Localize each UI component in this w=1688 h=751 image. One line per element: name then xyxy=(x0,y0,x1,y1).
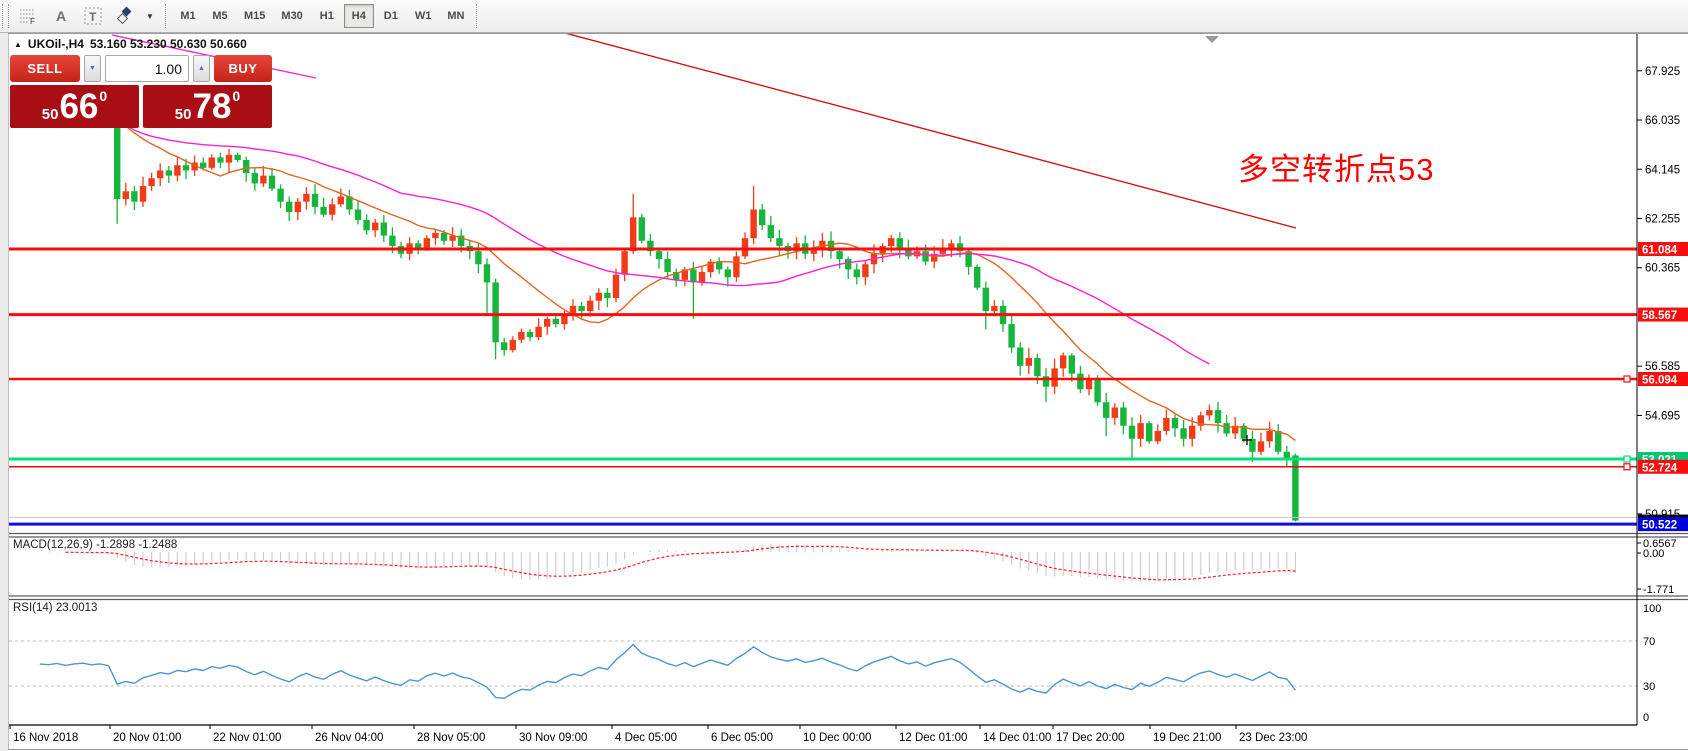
svg-text:F: F xyxy=(30,17,35,25)
shapes-icon[interactable] xyxy=(112,4,138,28)
date-tick-label: 14 Dec 01:00 xyxy=(983,732,1051,744)
date-tick-label: 22 Nov 01:00 xyxy=(213,732,281,744)
macd-indicator-label: MACD(12,26,9) -1.2898 -1.2488 xyxy=(13,539,177,551)
svg-text:70: 70 xyxy=(1643,636,1655,648)
date-tick-label: 23 Dec 23:00 xyxy=(1239,732,1307,744)
svg-text:T: T xyxy=(89,10,97,24)
timeframe-button-h1[interactable]: H1 xyxy=(312,4,342,28)
price-tick-label: 67.925 xyxy=(1645,66,1680,78)
sell-price-big: 66 xyxy=(59,88,98,126)
sell-button[interactable]: SELL xyxy=(10,55,80,82)
buy-button[interactable]: BUY xyxy=(214,55,272,82)
chart-annotation: 多空转折点53 xyxy=(1238,144,1434,189)
trading-terminal: F A T ▼ M1M5M15M30H1H4D1W1MN 100 70 30 0 67.… xyxy=(0,0,1688,751)
rsi-line xyxy=(40,645,1296,699)
price-tick-label: 64.145 xyxy=(1645,164,1680,176)
price-badge: 56.094 xyxy=(1642,374,1678,386)
date-tick-label: 4 Dec 05:00 xyxy=(615,732,677,744)
timeframe-button-h4[interactable]: H4 xyxy=(344,4,374,28)
bar-shift-marker-icon[interactable] xyxy=(1205,36,1219,43)
timeframe-button-d1[interactable]: D1 xyxy=(376,4,406,28)
rsi-indicator-label: RSI(14) 23.0013 xyxy=(13,602,97,614)
date-tick-label: 10 Dec 00:00 xyxy=(803,732,871,744)
sell-price-sup: 0 xyxy=(99,88,107,104)
svg-text:30: 30 xyxy=(1643,681,1655,693)
toolbar-grip[interactable] xyxy=(2,4,9,28)
date-tick-label: 6 Dec 05:00 xyxy=(711,732,773,744)
toolbar-separator xyxy=(165,4,166,28)
sell-price-head: 50 xyxy=(42,106,59,123)
timeframe-button-m5[interactable]: M5 xyxy=(205,4,235,28)
svg-text:0.00: 0.00 xyxy=(1643,548,1664,560)
date-tick-label: 30 Nov 09:00 xyxy=(519,732,587,744)
crosshair-grid-icon[interactable]: F xyxy=(16,4,42,28)
price-badge: 50.522 xyxy=(1642,520,1677,532)
price-tick-label: 62.255 xyxy=(1645,213,1680,225)
price-tick-label: 56.585 xyxy=(1645,361,1680,373)
timeframe-group: M1M5M15M30H1H4D1W1MN xyxy=(172,4,472,28)
date-tick-label: 16 Nov 2018 xyxy=(13,732,78,744)
price-tick-label: 66.035 xyxy=(1645,115,1680,127)
date-tick-label: 28 Nov 05:00 xyxy=(417,732,485,744)
timeframe-button-w1[interactable]: W1 xyxy=(408,4,439,28)
date-tick-label: 17 Dec 20:00 xyxy=(1056,732,1124,744)
date-tick-label: 12 Dec 01:00 xyxy=(899,732,967,744)
timeframe-button-m30[interactable]: M30 xyxy=(274,4,309,28)
price-tick-label: 54.695 xyxy=(1645,410,1680,422)
buy-price-big: 78 xyxy=(192,88,231,126)
price-tick-label: 60.365 xyxy=(1645,263,1680,275)
chart-title: ▲ UKOil-,H4 53.160 53.230 50.630 50.660 xyxy=(14,37,247,51)
symbol-period-label: UKOil-,H4 xyxy=(28,37,84,51)
timeframe-button-m15[interactable]: M15 xyxy=(237,4,272,28)
price-badge: 52.724 xyxy=(1642,462,1678,474)
macd-pane[interactable] xyxy=(48,544,1295,582)
buy-price-head: 50 xyxy=(175,106,192,123)
buy-price-sup: 0 xyxy=(232,88,240,104)
timeframe-button-m1[interactable]: M1 xyxy=(173,4,203,28)
trend-line-0[interactable] xyxy=(565,33,1296,228)
buy-price-display[interactable]: 50 78 0 xyxy=(143,85,272,128)
timeframe-button-mn[interactable]: MN xyxy=(440,4,471,28)
volume-increase-button[interactable]: ▲ xyxy=(193,55,210,82)
label-tool-icon[interactable]: T xyxy=(80,4,106,28)
svg-text:100: 100 xyxy=(1643,603,1661,615)
ohlc-readout: 53.160 53.230 50.630 50.660 xyxy=(90,37,247,51)
macd-signal-line xyxy=(66,546,1296,580)
price-badge: 61.084 xyxy=(1642,245,1678,257)
date-tick-label: 20 Nov 01:00 xyxy=(113,732,181,744)
window-gutter xyxy=(0,33,8,751)
svg-text:-1.771: -1.771 xyxy=(1643,584,1674,596)
volume-decrease-button[interactable]: ▼ xyxy=(84,55,101,82)
rsi-pane[interactable] xyxy=(9,641,1637,698)
date-tick-label: 19 Dec 21:00 xyxy=(1153,732,1221,744)
price-badge: 58.567 xyxy=(1642,310,1677,322)
svg-text:0: 0 xyxy=(1643,712,1649,724)
one-click-trading-panel: SELL ▼ ▲ BUY 50 66 0 50 78 0 xyxy=(10,55,272,128)
toolbar-separator xyxy=(476,4,477,28)
date-tick-label: 26 Nov 04:00 xyxy=(315,732,383,744)
sell-price-display[interactable]: 50 66 0 xyxy=(10,85,139,128)
axes-layer: 100 70 30 0 67.925 66.035 64.145 62.255 60.365 56… xyxy=(8,34,1688,751)
volume-input[interactable] xyxy=(105,55,189,82)
text-tool-icon[interactable]: A xyxy=(48,4,74,28)
shapes-dropdown-caret-icon[interactable]: ▼ xyxy=(144,4,156,28)
toolbar: F A T ▼ M1M5M15M30H1H4D1W1MN xyxy=(0,0,1688,33)
collapse-arrow-icon[interactable]: ▲ xyxy=(14,40,22,49)
